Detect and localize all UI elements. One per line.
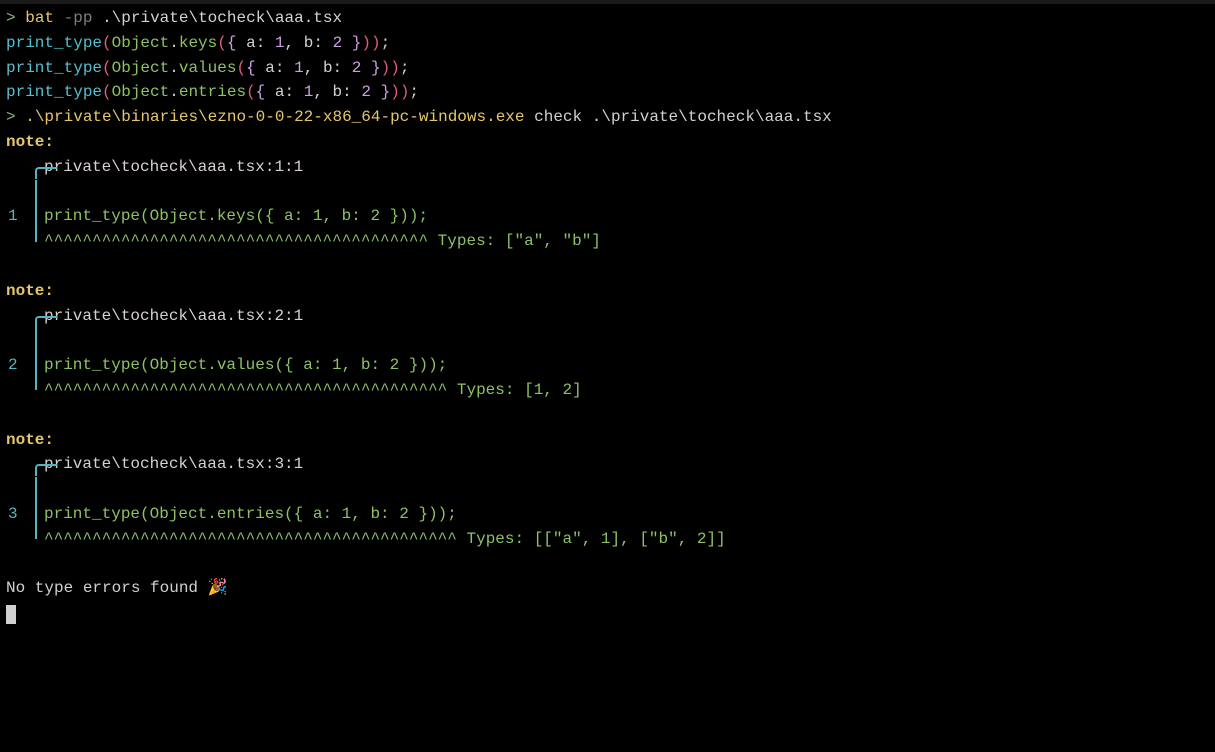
blank-line xyxy=(6,403,1209,428)
paren-close: ) xyxy=(361,34,371,52)
cmd-bat: bat xyxy=(25,9,54,27)
paren-close: ) xyxy=(371,34,381,52)
method-values: values xyxy=(179,59,237,77)
types-label: Types: xyxy=(438,232,496,250)
dot: . xyxy=(169,34,179,52)
note-label-1: note: xyxy=(6,130,1209,155)
flag-pp: -pp xyxy=(64,9,93,27)
note-label-3: note: xyxy=(6,428,1209,453)
line-number: 1 xyxy=(8,204,18,229)
types-value: [["a", 1], ["b", 2]] xyxy=(534,530,726,548)
source-location: private\tocheck\aaa.tsx:3:1 xyxy=(44,455,303,473)
cursor-icon xyxy=(6,605,16,624)
source-line-3: print_type(Object.entries({ a: 1, b: 2 }… xyxy=(6,80,1209,105)
quoted-code: print_type(Object.values({ a: 1, b: 2 })… xyxy=(44,356,447,374)
cmd-ezno: .\private\binaries\ezno-0-0-22-x86_64-pc… xyxy=(25,108,524,126)
val-1: 1 xyxy=(275,34,285,52)
command-line-1[interactable]: > bat -pp .\private\tocheck\aaa.tsx xyxy=(6,6,1209,31)
blank-line xyxy=(6,552,1209,577)
types-value: [1, 2] xyxy=(524,381,582,399)
source-line-1: print_type(Object.keys({ a: 1, b: 2 })); xyxy=(6,31,1209,56)
key-a: a xyxy=(246,34,256,52)
caret-underline: ^^^^^^^^^^^^^^^^^^^^^^^^^^^^^^^^^^^^^^^^… xyxy=(44,530,457,548)
note-block-1: private\tocheck\aaa.tsx:1:1 1 print_type… xyxy=(6,155,1209,254)
party-popper-icon: 🎉 xyxy=(208,579,228,597)
path-arg-1: .\private\tocheck\aaa.tsx xyxy=(102,9,342,27)
method-entries: entries xyxy=(179,83,246,101)
footer-line: No type errors found 🎉 xyxy=(6,576,1209,601)
key-b: b xyxy=(304,34,314,52)
note-block-3: private\tocheck\aaa.tsx:3:1 3 print_type… xyxy=(6,452,1209,551)
object-ref: Object xyxy=(112,59,170,77)
types-label: Types: xyxy=(457,381,515,399)
note-block-2: private\tocheck\aaa.tsx:2:1 2 print_type… xyxy=(6,304,1209,403)
quoted-code: print_type(Object.keys({ a: 1, b: 2 })); xyxy=(44,207,428,225)
command-line-2[interactable]: > .\private\binaries\ezno-0-0-22-x86_64-… xyxy=(6,105,1209,130)
prompt-cursor-line[interactable] xyxy=(6,601,1209,626)
source-location: private\tocheck\aaa.tsx:1:1 xyxy=(44,158,303,176)
object-ref: Object xyxy=(112,34,170,52)
val-2: 2 xyxy=(333,34,343,52)
prompt-icon: > xyxy=(6,108,16,126)
line-number: 2 xyxy=(8,353,18,378)
quoted-code: print_type(Object.entries({ a: 1, b: 2 }… xyxy=(44,505,457,523)
note-label-2: note: xyxy=(6,279,1209,304)
types-label: Types: xyxy=(466,530,524,548)
fn-call: print_type xyxy=(6,34,102,52)
brace-close: } xyxy=(352,34,362,52)
caret-underline: ^^^^^^^^^^^^^^^^^^^^^^^^^^^^^^^^^^^^^^^^ xyxy=(44,232,428,250)
source-line-2: print_type(Object.values({ a: 1, b: 2 })… xyxy=(6,56,1209,81)
object-ref: Object xyxy=(112,83,170,101)
footer-text: No type errors found xyxy=(6,579,208,597)
path-arg-2: .\private\tocheck\aaa.tsx xyxy=(592,108,832,126)
brace-open: { xyxy=(227,34,237,52)
caret-underline: ^^^^^^^^^^^^^^^^^^^^^^^^^^^^^^^^^^^^^^^^… xyxy=(44,381,447,399)
window-titlebar xyxy=(0,0,1215,4)
paren-open: ( xyxy=(217,34,227,52)
fn-call: print_type xyxy=(6,59,102,77)
line-number: 3 xyxy=(8,502,18,527)
subcommand-check: check xyxy=(534,108,582,126)
blank-line xyxy=(6,254,1209,279)
types-value: ["a", "b"] xyxy=(505,232,601,250)
semi: ; xyxy=(381,34,391,52)
paren-open: ( xyxy=(102,34,112,52)
source-location: private\tocheck\aaa.tsx:2:1 xyxy=(44,307,303,325)
fn-call: print_type xyxy=(6,83,102,101)
prompt-icon: > xyxy=(6,9,16,27)
method-keys: keys xyxy=(179,34,217,52)
